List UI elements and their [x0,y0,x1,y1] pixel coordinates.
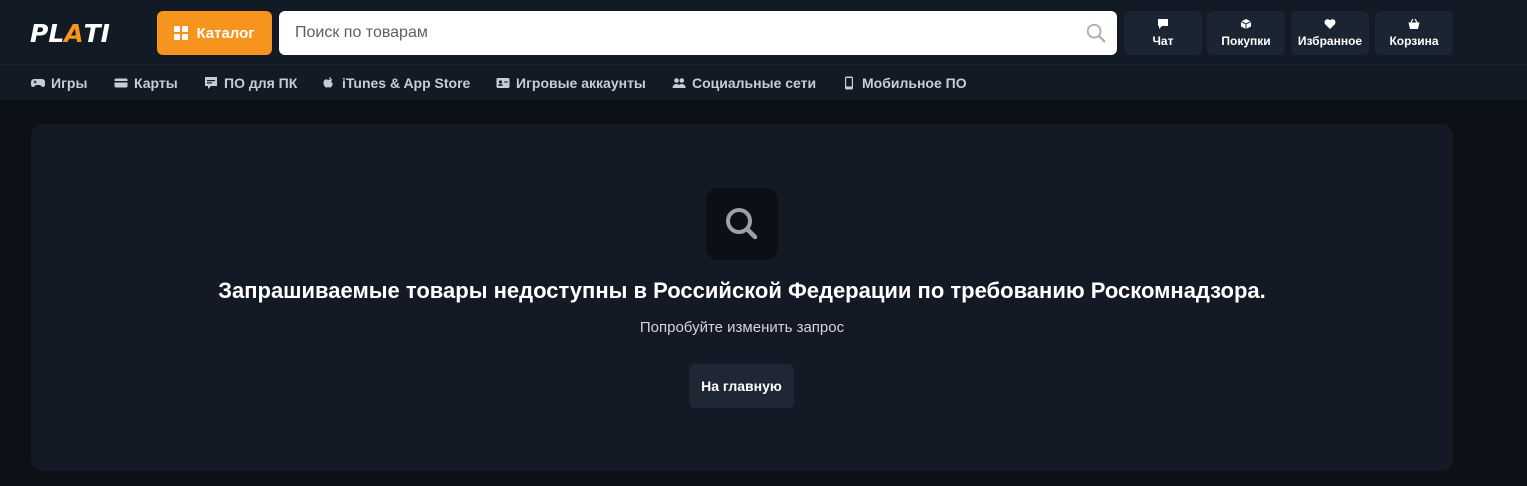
purchases-button[interactable]: Покупки [1207,11,1285,55]
chat-button[interactable]: Чат [1124,11,1202,55]
nav-item-games[interactable]: Игры [31,73,87,93]
go-home-button[interactable]: На главную [689,364,794,408]
box-icon [1240,19,1252,29]
logo-text-end: TI [83,18,110,48]
users-icon [672,78,686,88]
favorites-label: Избранное [1297,34,1363,48]
catalog-label: Каталог [196,24,255,42]
nav-label-cards: Карты [134,75,178,91]
search-icon[interactable] [1085,22,1107,44]
plati-logo[interactable]: PL A TI [30,18,110,48]
card-icon [114,78,128,88]
category-nav: Игры Карты ПО для ПК iTunes & App Store … [0,64,1527,100]
nav-label-social: Социальные сети [692,75,817,91]
nav-item-game-accounts[interactable]: Игровые аккаунты [496,73,646,93]
empty-state-subtitle: Попробуйте изменить запрос [639,319,845,336]
empty-state-icon-box [706,188,778,260]
cart-button[interactable]: Корзина [1375,11,1453,55]
nav-label-game-accounts: Игровые аккаунты [516,75,646,91]
logo-text-accent: A [64,18,84,48]
basket-icon [1408,18,1420,29]
chat-icon [1158,19,1168,29]
search-box [279,11,1117,55]
apple-icon [323,77,333,88]
nav-label-itunes: iTunes & App Store [342,75,471,91]
nav-item-itunes[interactable]: iTunes & App Store [322,73,470,93]
favorites-button[interactable]: Избранное [1291,11,1369,55]
top-header: PLATI Каталог Чат Покупки Избранное Корз… [0,0,1527,64]
nav-item-pc-software[interactable]: ПО для ПК [204,73,297,93]
nav-item-social[interactable]: Социальные сети [672,73,816,93]
nav-label-mobile: Мобильное ПО [862,75,967,91]
search-icon [726,208,758,240]
software-icon [205,77,217,89]
nav-label-games: Игры [51,75,88,91]
mobile-icon [845,76,853,90]
purchases-label: Покупки [1221,34,1271,48]
chat-label: Чат [1152,34,1174,48]
gamepad-icon [31,79,45,87]
heart-icon [1324,19,1336,29]
nav-item-mobile[interactable]: Мобильное ПО [842,73,967,93]
logo-text-start: PL [30,18,65,48]
nav-item-cards[interactable]: Карты [114,73,178,93]
account-icon [496,78,510,88]
nav-label-pc-software: ПО для ПК [224,75,298,91]
search-input[interactable] [279,11,1059,55]
catalog-button[interactable]: Каталог [157,11,272,55]
grid-icon [174,26,189,40]
cart-label: Корзина [1389,34,1439,48]
empty-state-title: Запрашиваемые товары недоступны в Россий… [218,278,1266,303]
